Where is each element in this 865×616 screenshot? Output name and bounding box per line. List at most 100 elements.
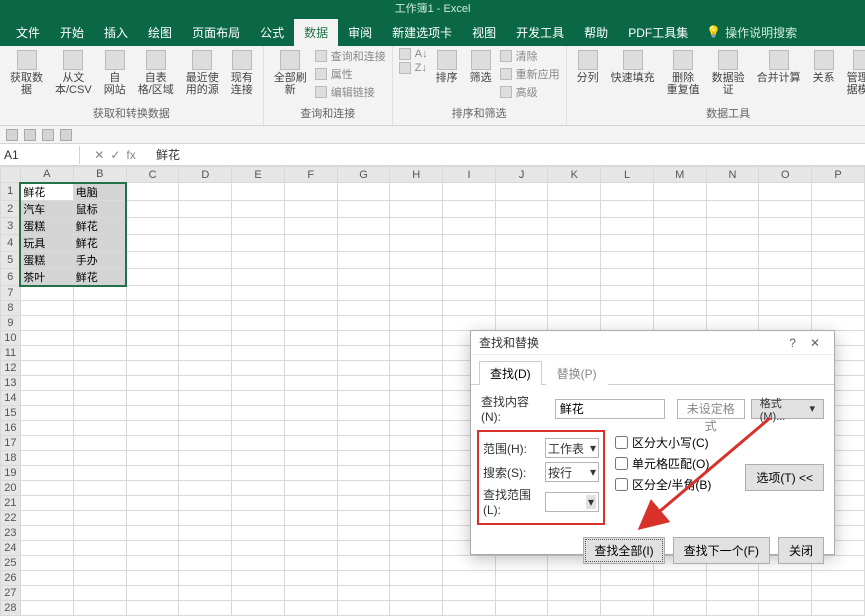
cell[interactable] (548, 586, 601, 601)
cell[interactable] (706, 217, 759, 234)
filter-button[interactable]: 筛选 (466, 48, 496, 86)
cell[interactable] (20, 556, 73, 571)
cell[interactable] (495, 268, 548, 286)
tab-help[interactable]: 帮助 (574, 19, 618, 46)
cell[interactable] (284, 481, 337, 496)
cell[interactable] (653, 251, 706, 268)
cell[interactable] (390, 251, 443, 268)
cell[interactable] (495, 301, 548, 316)
cell[interactable] (337, 601, 390, 616)
cell[interactable] (601, 217, 654, 234)
cell[interactable] (443, 301, 496, 316)
cell[interactable] (443, 316, 496, 331)
cell[interactable] (548, 301, 601, 316)
cell[interactable] (73, 601, 126, 616)
tab-view[interactable]: 视图 (462, 19, 506, 46)
cell[interactable] (443, 268, 496, 286)
cell[interactable] (601, 301, 654, 316)
options-button[interactable]: 选项(T) << (745, 464, 824, 491)
cell[interactable] (20, 346, 73, 361)
cell[interactable] (284, 541, 337, 556)
cell[interactable] (179, 286, 232, 301)
cell[interactable] (337, 316, 390, 331)
cell[interactable] (20, 571, 73, 586)
cell[interactable] (284, 511, 337, 526)
cell[interactable] (232, 466, 285, 481)
cell[interactable] (232, 183, 285, 201)
cell[interactable] (126, 234, 179, 251)
cell[interactable] (126, 376, 179, 391)
cell[interactable] (548, 217, 601, 234)
col-header[interactable]: N (706, 167, 759, 183)
cell[interactable] (443, 601, 496, 616)
cell[interactable] (126, 541, 179, 556)
cell[interactable] (126, 436, 179, 451)
cell[interactable] (126, 571, 179, 586)
cell[interactable] (20, 601, 73, 616)
match-whole-checkbox[interactable]: 单元格匹配(O) (615, 455, 711, 472)
cell[interactable] (73, 571, 126, 586)
cell[interactable] (390, 526, 443, 541)
cell[interactable] (232, 286, 285, 301)
cell[interactable] (706, 286, 759, 301)
col-header[interactable]: B (73, 167, 126, 183)
cell[interactable] (20, 376, 73, 391)
cell[interactable] (179, 571, 232, 586)
cell[interactable] (390, 234, 443, 251)
cell[interactable] (284, 217, 337, 234)
cell[interactable] (179, 346, 232, 361)
cell[interactable] (20, 481, 73, 496)
cell[interactable] (73, 556, 126, 571)
row-header[interactable]: 3 (1, 217, 21, 234)
row-header[interactable]: 6 (1, 268, 21, 286)
existing-connections-button[interactable]: 现有 连接 (227, 48, 257, 98)
cell[interactable] (284, 571, 337, 586)
cell[interactable] (73, 391, 126, 406)
cell[interactable] (232, 496, 285, 511)
cell[interactable] (337, 436, 390, 451)
cell[interactable] (126, 526, 179, 541)
cell[interactable] (337, 331, 390, 346)
cell[interactable] (20, 436, 73, 451)
cell[interactable] (337, 361, 390, 376)
cell[interactable] (653, 316, 706, 331)
cell[interactable] (390, 466, 443, 481)
enter-icon[interactable]: ✓ (110, 148, 120, 162)
cell[interactable] (232, 268, 285, 286)
cell[interactable] (232, 541, 285, 556)
cell[interactable] (179, 556, 232, 571)
reapply-button[interactable]: 重新应用 (500, 66, 560, 82)
cell[interactable] (179, 391, 232, 406)
cell[interactable] (126, 217, 179, 234)
cell[interactable] (337, 481, 390, 496)
row-header[interactable]: 22 (1, 511, 21, 526)
cell[interactable] (232, 451, 285, 466)
cell[interactable]: 鲜花 (20, 183, 73, 201)
cell[interactable] (495, 200, 548, 217)
cell[interactable] (653, 601, 706, 616)
cell[interactable] (653, 286, 706, 301)
cell[interactable] (179, 183, 232, 201)
cell[interactable] (73, 286, 126, 301)
row-header[interactable]: 2 (1, 200, 21, 217)
cell[interactable] (812, 286, 865, 301)
cell[interactable] (126, 496, 179, 511)
cell[interactable] (390, 200, 443, 217)
cell[interactable] (812, 234, 865, 251)
row-header[interactable]: 4 (1, 234, 21, 251)
cell[interactable] (126, 301, 179, 316)
cell[interactable] (179, 361, 232, 376)
cell[interactable] (548, 601, 601, 616)
cell[interactable] (126, 586, 179, 601)
cell[interactable] (73, 466, 126, 481)
match-case-checkbox[interactable]: 区分大小写(C) (615, 434, 711, 451)
col-header[interactable]: J (495, 167, 548, 183)
cell[interactable]: 鲜花 (73, 217, 126, 234)
cell[interactable] (548, 200, 601, 217)
cell[interactable] (126, 286, 179, 301)
cell[interactable] (284, 421, 337, 436)
find-what-input[interactable] (555, 399, 665, 419)
cell[interactable] (759, 316, 812, 331)
cell[interactable] (284, 316, 337, 331)
cell[interactable] (126, 406, 179, 421)
